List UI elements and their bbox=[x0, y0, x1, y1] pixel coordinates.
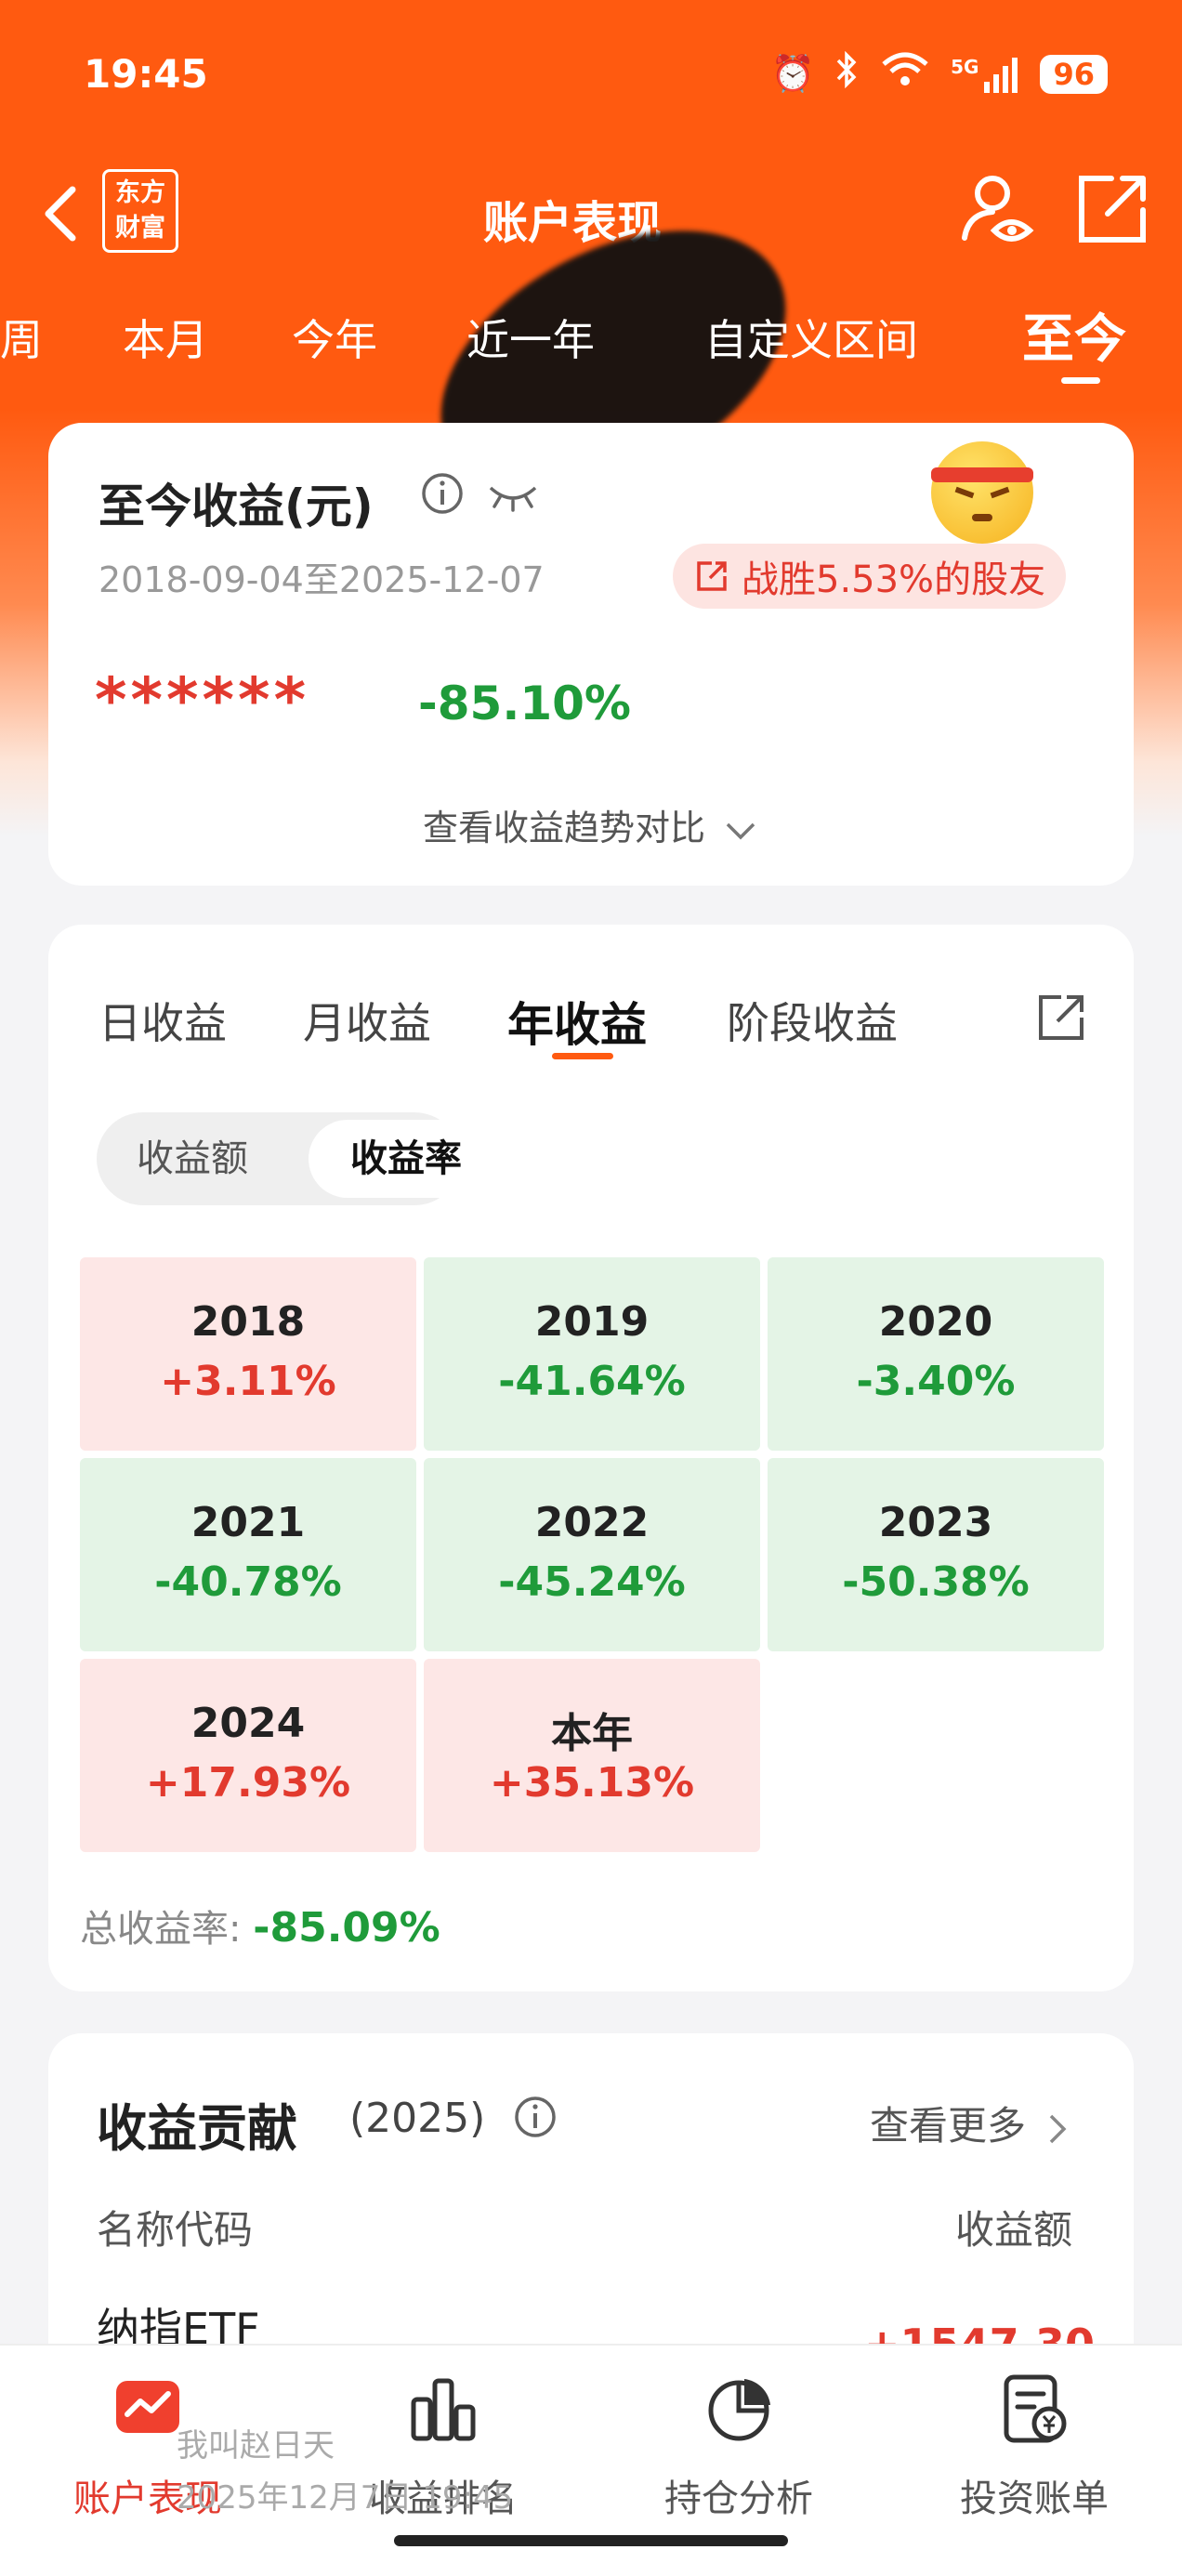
period-tab-indicator bbox=[1061, 377, 1100, 384]
bill-icon bbox=[997, 2372, 1071, 2446]
chevron-right-icon bbox=[1050, 2114, 1067, 2143]
mascot-image bbox=[931, 441, 1033, 544]
share-icon[interactable] bbox=[1033, 990, 1089, 1049]
year-cell[interactable]: 2021 -40.78% bbox=[80, 1458, 416, 1651]
year-cell[interactable]: 2024 +17.93% bbox=[80, 1659, 416, 1852]
info-icon[interactable] bbox=[513, 2095, 558, 2143]
status-time: 19:45 bbox=[84, 51, 208, 97]
pie-chart-icon bbox=[702, 2372, 776, 2446]
home-indicator[interactable] bbox=[394, 2535, 788, 2546]
summary-title: 至今收益(元) bbox=[98, 480, 374, 533]
returns-card: 日收益 月收益 年收益 阶段收益 收益额 收益率 2018 +3.11% 201… bbox=[48, 925, 1134, 1991]
bottom-nav-holdings[interactable]: 持仓分析 bbox=[591, 2372, 886, 2522]
period-tab-custom[interactable]: 自定义区间 bbox=[704, 307, 918, 368]
year-cell[interactable]: 2018 +3.11% bbox=[80, 1257, 416, 1451]
summary-card: 至今收益(元) 2018-09-04至2025-12-07 战胜5.53%的股友… bbox=[48, 423, 1134, 886]
battery-indicator: 96 bbox=[1040, 54, 1108, 94]
tab-monthly[interactable]: 月收益 bbox=[303, 990, 431, 1051]
total-profit-amount: ****** bbox=[95, 664, 310, 736]
contribution-title: 收益贡献 bbox=[97, 2099, 297, 2158]
status-icons: ⏰ 5G 96 bbox=[770, 50, 1108, 97]
year-cell[interactable]: 2023 -50.38% bbox=[768, 1458, 1104, 1651]
bottom-nav-bill[interactable]: 投资账单 bbox=[886, 2372, 1182, 2522]
watermark: 我叫赵日天 2025年12月7日 19:45 bbox=[177, 2427, 514, 2517]
user-eye-icon bbox=[962, 176, 1034, 242]
metric-toggle: 收益额 收益率 bbox=[97, 1112, 504, 1205]
tab-indicator bbox=[552, 1053, 613, 1059]
hide-amount-eye-icon[interactable] bbox=[485, 477, 541, 518]
column-header-name: 名称代码 bbox=[97, 2207, 254, 2253]
chevron-down-icon bbox=[726, 822, 755, 839]
win-rate-badge[interactable]: 战胜5.53%的股友 bbox=[673, 544, 1067, 609]
share-icon bbox=[1079, 176, 1146, 243]
app-logo: 东方 财富 bbox=[102, 169, 178, 253]
column-header-value: 收益额 bbox=[955, 2207, 1073, 2253]
period-tab-week[interactable]: 周 bbox=[0, 307, 43, 368]
period-tab-last-year[interactable]: 近一年 bbox=[466, 307, 595, 368]
period-tab-month[interactable]: 本月 bbox=[123, 307, 208, 368]
trend-compare-link[interactable]: 查看收益趋势对比 bbox=[48, 799, 1134, 850]
info-icon[interactable] bbox=[420, 471, 465, 519]
tab-yearly[interactable]: 年收益 bbox=[507, 988, 647, 1055]
back-arrow-icon bbox=[45, 186, 76, 242]
period-tab-year[interactable]: 今年 bbox=[292, 307, 377, 368]
year-cell[interactable]: 2020 -3.40% bbox=[768, 1257, 1104, 1451]
total-return-row: 总收益率: -85.09% bbox=[80, 1904, 440, 1952]
yearly-returns-grid: 2018 +3.11% 2019 -41.64% 2020 -3.40% 202… bbox=[80, 1257, 1106, 1852]
year-cell[interactable]: 2022 -45.24% bbox=[424, 1458, 760, 1651]
wifi-icon bbox=[880, 51, 930, 97]
share-icon bbox=[697, 561, 727, 591]
alarm-icon: ⏰ bbox=[770, 53, 816, 94]
total-return-pct: -85.10% bbox=[418, 677, 632, 730]
segment-rate[interactable]: 收益率 bbox=[309, 1120, 504, 1198]
bluetooth-icon bbox=[835, 50, 860, 97]
contribution-year: (2025) bbox=[349, 2095, 486, 2142]
period-tabs: 周 本月 今年 近一年 自定义区间 至今 bbox=[0, 297, 1182, 390]
performance-icon bbox=[111, 2372, 185, 2446]
period-tab-to-date[interactable]: 至今 bbox=[1022, 297, 1126, 373]
privacy-view-button[interactable] bbox=[957, 167, 1041, 251]
view-more-link[interactable]: 查看更多 bbox=[870, 2095, 1071, 2151]
tab-stage[interactable]: 阶段收益 bbox=[727, 990, 898, 1051]
back-button[interactable] bbox=[37, 177, 93, 251]
year-cell[interactable]: 本年 +35.13% bbox=[424, 1659, 760, 1852]
date-range: 2018-09-04至2025-12-07 bbox=[98, 559, 545, 600]
total-return-value: -85.09% bbox=[253, 1904, 440, 1952]
signal-icon: 5G bbox=[951, 56, 1019, 93]
tab-daily[interactable]: 日收益 bbox=[98, 990, 227, 1051]
segment-amount[interactable]: 收益额 bbox=[104, 1120, 281, 1198]
share-button[interactable] bbox=[1070, 167, 1154, 251]
nav-bar: 东方 财富 账户表现 bbox=[0, 158, 1182, 548]
status-bar: 19:45 ⏰ 5G 96 bbox=[0, 0, 1182, 149]
year-cell[interactable]: 2019 -41.64% bbox=[424, 1257, 760, 1451]
